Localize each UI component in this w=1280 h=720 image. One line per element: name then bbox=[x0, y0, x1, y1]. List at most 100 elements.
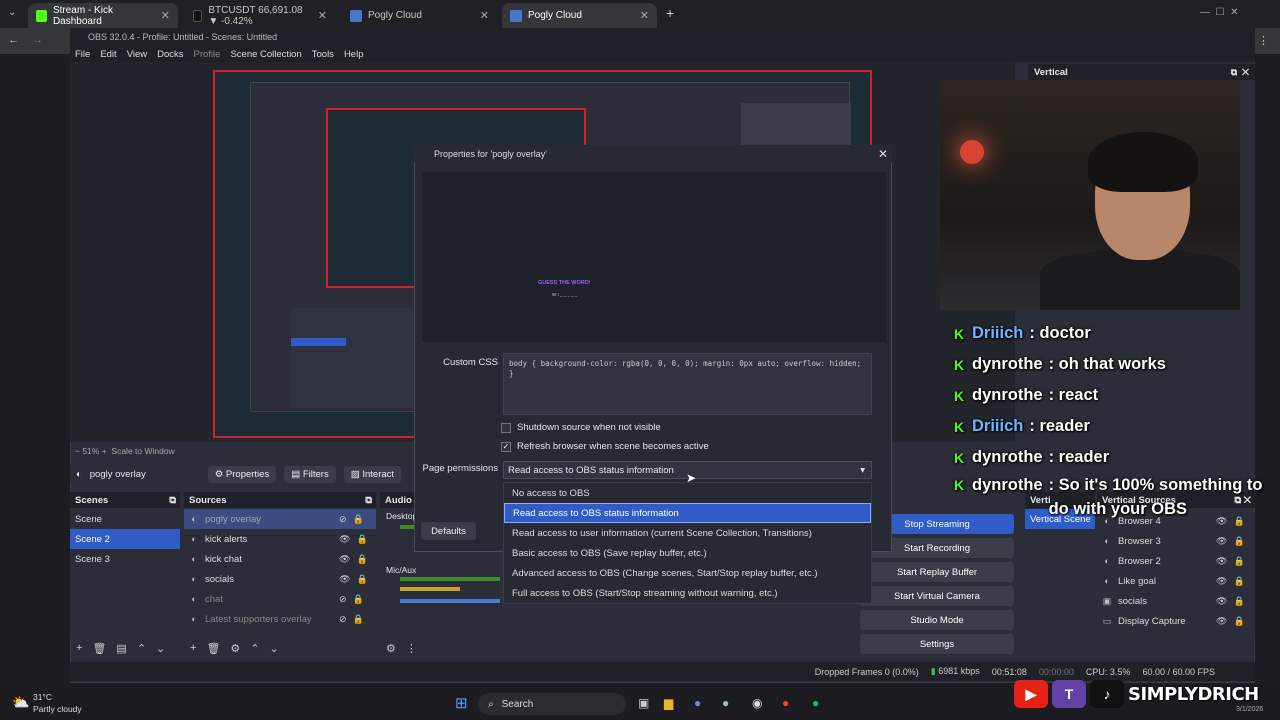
down-icon[interactable]: ⌄ bbox=[270, 642, 279, 655]
vsource-item[interactable]: ▣ socials 👁 🔒 bbox=[1097, 591, 1255, 611]
option-read-user[interactable]: Read access to user information (current… bbox=[504, 523, 871, 543]
menu-view[interactable]: View bbox=[127, 49, 147, 60]
spotify-icon[interactable]: ● bbox=[812, 696, 819, 710]
window-controls[interactable]: — ☐ ✕ bbox=[1200, 7, 1238, 18]
shutdown-checkbox[interactable]: Shutdown source when not visible bbox=[501, 422, 661, 433]
defaults-button[interactable]: Defaults bbox=[421, 522, 476, 540]
lock-icon[interactable]: 🔒 bbox=[1233, 556, 1244, 567]
interact-button[interactable]: ▧ Interact bbox=[343, 465, 402, 483]
lock-icon[interactable]: 🔒 bbox=[1233, 576, 1244, 587]
source-item[interactable]: ◐ kick alerts 👁 🔒 bbox=[184, 529, 376, 549]
checkbox-box[interactable] bbox=[501, 422, 511, 433]
tab-pogly-1[interactable]: Pogly Cloud ✕ bbox=[342, 3, 497, 28]
eye-icon[interactable]: 👁 bbox=[339, 554, 350, 565]
windows-icon[interactable]: ⊞ bbox=[455, 694, 468, 712]
close-icon[interactable]: ✕ bbox=[878, 147, 888, 161]
menu-edit[interactable]: Edit bbox=[100, 49, 116, 60]
option-no-access[interactable]: No access to OBS bbox=[504, 483, 871, 503]
source-item[interactable]: ◐ chat ⊘ 🔒 bbox=[184, 589, 376, 609]
studio-mode-button[interactable]: Studio Mode bbox=[860, 610, 1014, 630]
task-view-icon[interactable]: ▣ bbox=[638, 696, 649, 710]
new-tab-icon[interactable]: + bbox=[666, 5, 674, 21]
start-replay-button[interactable]: Start Replay Buffer bbox=[860, 562, 1014, 582]
close-icon[interactable]: ✕ bbox=[480, 9, 489, 22]
custom-css-input[interactable]: body { background-color: rgba(0, 0, 0, 0… bbox=[503, 353, 872, 415]
close-icon[interactable]: ✕ bbox=[640, 9, 649, 22]
refresh-checkbox[interactable]: ✓ Refresh browser when scene becomes acti… bbox=[501, 441, 709, 452]
steam-icon[interactable]: ● bbox=[722, 696, 729, 710]
menu-tools[interactable]: Tools bbox=[312, 49, 334, 60]
eye-icon[interactable]: 👁 bbox=[339, 574, 350, 585]
menu-profile[interactable]: Profile bbox=[194, 49, 221, 60]
lock-icon[interactable]: 🔒 bbox=[353, 614, 364, 625]
source-item[interactable]: ◐ kick chat 👁 🔒 bbox=[184, 549, 376, 569]
lock-icon[interactable]: 🔒 bbox=[353, 514, 364, 525]
source-item[interactable]: ◐ Latest supporters overlay ⊘ 🔒 bbox=[184, 609, 376, 629]
lock-icon[interactable]: 🔒 bbox=[353, 594, 364, 605]
obs-icon[interactable]: ◉ bbox=[752, 696, 762, 710]
add-icon[interactable]: + bbox=[190, 642, 196, 654]
vsource-item[interactable]: ◐ Like goal 👁 🔒 bbox=[1097, 571, 1255, 591]
scene-item-selected[interactable]: Scene 2 bbox=[70, 529, 180, 549]
menu-file[interactable]: File bbox=[75, 49, 90, 60]
vsource-item[interactable]: ▭ Display Capture 👁 🔒 bbox=[1097, 611, 1255, 631]
vsource-item[interactable]: ◐ Browser 3 👁 🔒 bbox=[1097, 531, 1255, 551]
discord-icon[interactable]: ● bbox=[694, 696, 701, 710]
tab-pogly-2[interactable]: Pogly Cloud ✕ bbox=[502, 3, 657, 28]
back-icon[interactable]: ← bbox=[8, 34, 19, 46]
properties-button[interactable]: ⚙ Properties bbox=[207, 465, 277, 483]
eye-icon[interactable]: 👁 bbox=[1216, 536, 1227, 547]
filter-icon[interactable]: ▤ bbox=[116, 642, 126, 655]
dock-close-icon[interactable]: ⧉ ✕ bbox=[1231, 67, 1249, 78]
option-basic-access[interactable]: Basic access to OBS (Save replay buffer,… bbox=[504, 543, 871, 563]
down-icon[interactable]: ⌄ bbox=[156, 642, 165, 655]
weather-icon[interactable]: ⛅ bbox=[12, 694, 29, 711]
checkbox-checked[interactable]: ✓ bbox=[501, 441, 511, 452]
scene-item[interactable]: Scene bbox=[70, 509, 180, 529]
source-item[interactable]: ◐ socials 👁 🔒 bbox=[184, 569, 376, 589]
dock-float-icon[interactable]: ⧉ bbox=[169, 495, 176, 506]
add-icon[interactable]: + bbox=[76, 642, 82, 654]
lock-icon[interactable]: 🔒 bbox=[356, 534, 367, 545]
option-advanced-access[interactable]: Advanced access to OBS (Change scenes, S… bbox=[504, 563, 871, 583]
lock-icon[interactable]: 🔒 bbox=[356, 574, 367, 585]
menu-help[interactable]: Help bbox=[344, 49, 364, 60]
lock-icon[interactable]: 🔒 bbox=[1233, 616, 1244, 627]
hidden-icon[interactable]: ⊘ bbox=[339, 514, 347, 525]
hidden-icon[interactable]: ⊘ bbox=[339, 594, 347, 605]
more-icon[interactable]: ⋮ bbox=[406, 642, 417, 655]
hidden-icon[interactable]: ⊘ bbox=[339, 614, 347, 625]
menu-scene-collection[interactable]: Scene Collection bbox=[230, 49, 301, 60]
lock-icon[interactable]: 🔒 bbox=[1233, 536, 1244, 547]
up-icon[interactable]: ⌃ bbox=[250, 642, 259, 655]
tab-kick-dashboard[interactable]: Stream - Kick Dashboard ✕ bbox=[28, 3, 178, 28]
eye-icon[interactable]: 👁 bbox=[1216, 576, 1227, 587]
remove-icon[interactable]: 🗑 bbox=[206, 642, 220, 655]
gear-icon[interactable]: ⚙ bbox=[230, 642, 240, 655]
filters-button[interactable]: ▤ Filters bbox=[284, 465, 336, 483]
tab-menu-icon[interactable]: ⌄ bbox=[8, 7, 16, 18]
taskbar-search[interactable]: ⌕ Search bbox=[478, 693, 626, 715]
close-icon[interactable]: ✕ bbox=[161, 9, 170, 22]
menu-icon[interactable]: ⋮ bbox=[1258, 34, 1269, 47]
source-item-selected[interactable]: ◐ pogly overlay ⊘ 🔒 bbox=[184, 509, 376, 529]
vsource-item[interactable]: ◐ Browser 2 👁 🔒 bbox=[1097, 551, 1255, 571]
option-read-status[interactable]: Read access to OBS status information bbox=[504, 503, 871, 523]
lock-icon[interactable]: 🔒 bbox=[1233, 596, 1244, 607]
option-full-access[interactable]: Full access to OBS (Start/Stop streaming… bbox=[504, 583, 871, 603]
scene-item[interactable]: Scene 3 bbox=[70, 549, 180, 569]
eye-icon[interactable]: 👁 bbox=[339, 534, 350, 545]
up-icon[interactable]: ⌃ bbox=[137, 642, 146, 655]
remove-icon[interactable]: 🗑 bbox=[92, 642, 106, 655]
close-icon[interactable]: ✕ bbox=[318, 9, 327, 22]
menu-docks[interactable]: Docks bbox=[157, 49, 183, 60]
mic-volume-slider[interactable] bbox=[400, 599, 500, 603]
tab-btcusdt[interactable]: BTCUSDT 66,691.08 ▼ -0.42% ✕ bbox=[185, 3, 335, 28]
dock-float-icon[interactable]: ⧉ bbox=[365, 495, 372, 506]
lock-icon[interactable]: 🔒 bbox=[356, 554, 367, 565]
zoom-readout[interactable]: − 51% + Scale to Window bbox=[75, 446, 175, 456]
gear-icon[interactable]: ⚙ bbox=[386, 642, 396, 655]
eye-icon[interactable]: 👁 bbox=[1216, 596, 1227, 607]
forward-icon[interactable]: → bbox=[32, 34, 43, 46]
start-virtual-camera-button[interactable]: Start Virtual Camera bbox=[860, 586, 1014, 606]
